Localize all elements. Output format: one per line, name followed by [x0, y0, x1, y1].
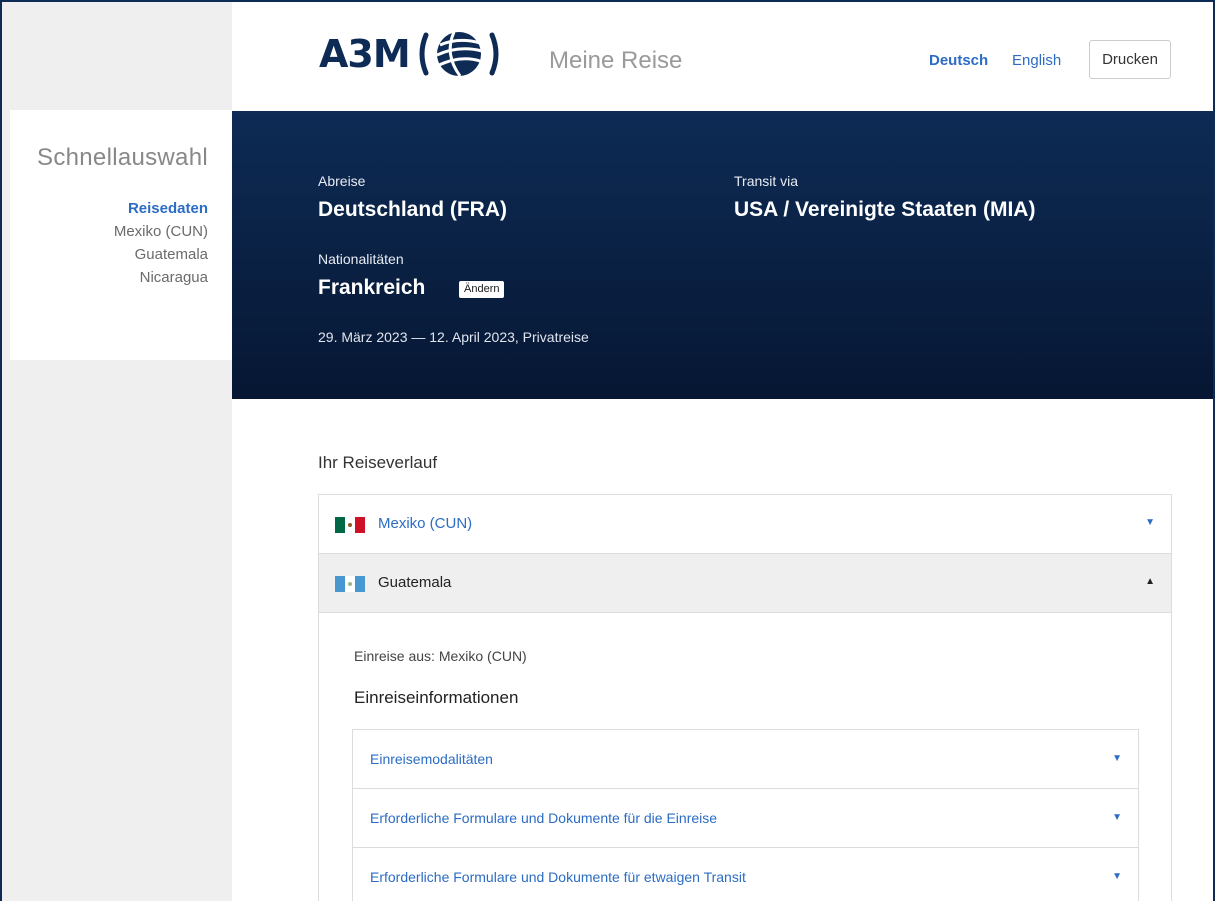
quick-nav-item-reisedaten[interactable]: Reisedaten	[114, 197, 208, 220]
logo-text: A3M	[319, 32, 411, 76]
app-title: Meine Reise	[549, 47, 683, 74]
itinerary-stop-mexiko[interactable]: Mexiko (CUN) ▼	[319, 495, 1171, 554]
quick-nav-item-guatemala[interactable]: Guatemala	[114, 243, 208, 266]
a3m-logo[interactable]: A3M	[319, 29, 502, 79]
guatemala-flag-icon	[335, 576, 365, 592]
globe-logo-icon	[419, 31, 499, 77]
entry-info-item[interactable]: Erforderliche Formulare und Dokumente fü…	[353, 789, 1138, 848]
chevron-down-icon: ▼	[1145, 517, 1155, 528]
header: A3M Meine Reise Deutsch English Drucken	[232, 2, 1213, 111]
trip-summary-banner: Abreise Deutschland (FRA) Transit via US…	[232, 111, 1213, 399]
transit-label: Transit via	[734, 173, 799, 189]
transit-value: USA / Vereinigte Staaten (MIA)	[734, 198, 1036, 221]
quick-nav-panel: Schnellauswahl Reisedaten Mexiko (CUN) G…	[10, 110, 232, 360]
quick-nav-list: Reisedaten Mexiko (CUN) Guatemala Nicara…	[114, 197, 208, 289]
entry-info-item-label: Erforderliche Formulare und Dokumente fü…	[370, 869, 746, 885]
entry-info-item[interactable]: Erforderliche Formulare und Dokumente fü…	[353, 848, 1138, 901]
entry-info-item-label: Einreisemodalitäten	[370, 751, 493, 767]
nationality-label: Nationalitäten	[318, 251, 404, 267]
print-button[interactable]: Drucken	[1089, 40, 1171, 79]
entry-info-item[interactable]: Einreisemodalitäten ▼	[353, 730, 1138, 789]
entry-origin-text: Einreise aus: Mexiko (CUN)	[354, 648, 527, 664]
travel-dates: 29. März 2023 — 12. April 2023, Privatre…	[318, 329, 589, 345]
quick-nav-item-nicaragua[interactable]: Nicaragua	[114, 266, 208, 289]
change-nationality-button[interactable]: Ändern	[459, 281, 505, 298]
mexico-flag-icon	[335, 517, 365, 533]
chevron-down-icon: ▼	[1112, 753, 1122, 764]
itinerary-stop-label: Guatemala	[378, 574, 452, 591]
itinerary-stop-label: Mexiko (CUN)	[378, 515, 473, 532]
entry-info-accordion: Einreisemodalitäten ▼ Erforderliche Form…	[352, 729, 1139, 901]
itinerary-title: Ihr Reiseverlauf	[318, 453, 438, 472]
chevron-up-icon: ▲	[1145, 576, 1155, 587]
chevron-down-icon: ▼	[1112, 871, 1122, 882]
entry-info-item-label: Erforderliche Formulare und Dokumente fü…	[370, 810, 718, 826]
language-en-link[interactable]: English	[1012, 52, 1061, 69]
entry-info-title: Einreiseinformationen	[354, 688, 519, 707]
departure-label: Abreise	[318, 173, 366, 189]
itinerary-stop-guatemala[interactable]: Guatemala ▲	[319, 554, 1171, 613]
nationality-value: Frankreich	[318, 276, 426, 299]
quick-nav-item-mexiko[interactable]: Mexiko (CUN)	[114, 220, 208, 243]
departure-value: Deutschland (FRA)	[318, 198, 507, 221]
quick-nav-title: Schnellauswahl	[37, 144, 208, 171]
chevron-down-icon: ▼	[1112, 812, 1122, 823]
language-de-link[interactable]: Deutsch	[929, 52, 988, 69]
